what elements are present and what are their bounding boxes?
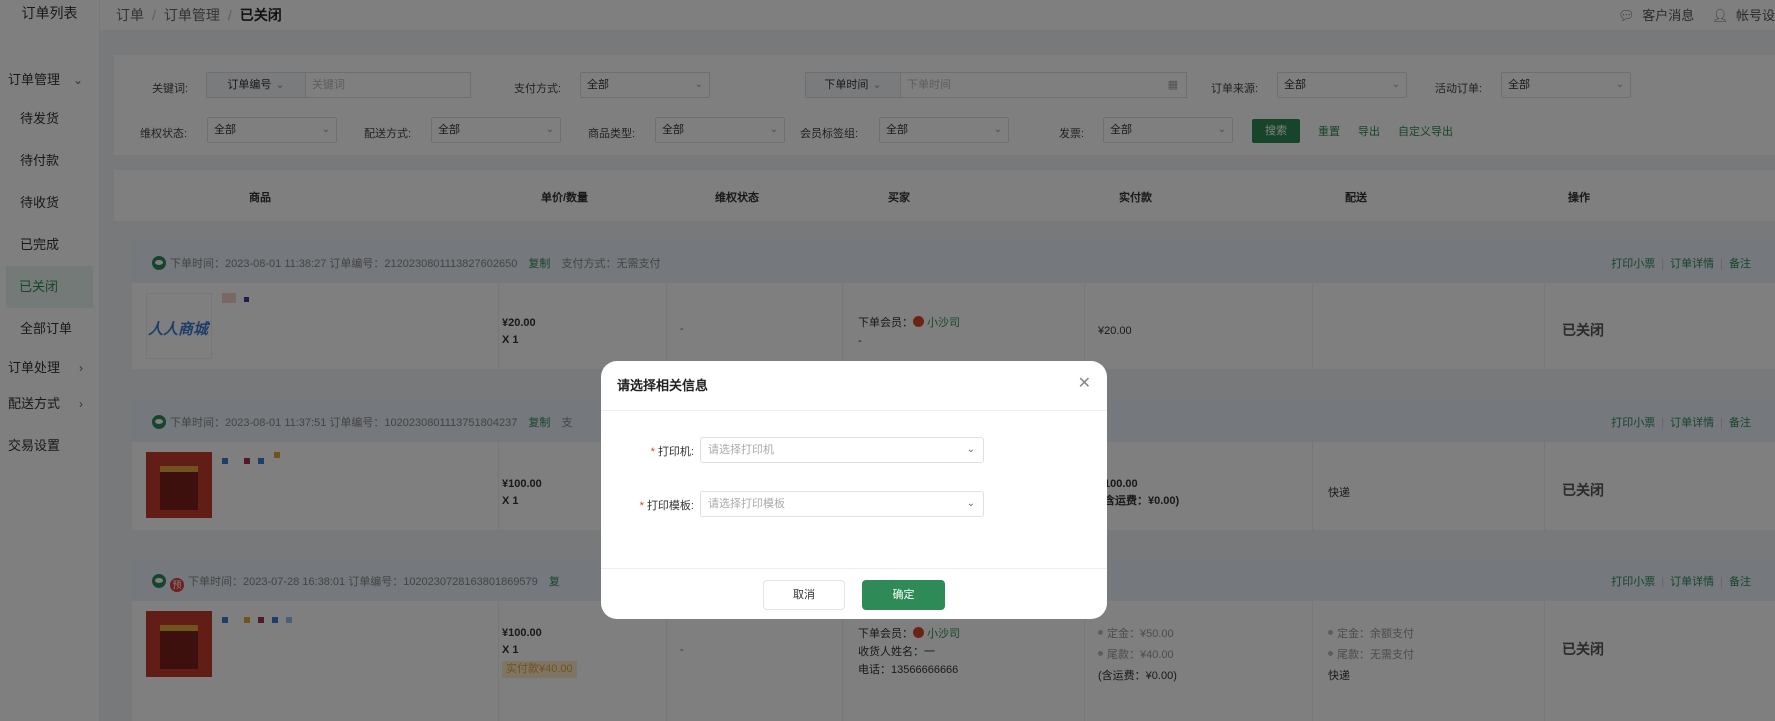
printer-label: * 打印机: [650,446,694,458]
dialog-title: 请选择相关信息 [617,378,709,393]
chevron-down-icon: ⌄ [966,498,975,509]
close-icon[interactable]: ✕ [1078,373,1091,393]
template-select[interactable]: 请选择打印模板 ⌄ [700,491,984,517]
confirm-button[interactable]: 确定 [862,580,945,610]
dialog-divider [601,410,1107,411]
cancel-button[interactable]: 取消 [763,580,845,610]
chevron-down-icon: ⌄ [966,444,975,455]
printer-placeholder: 请选择打印机 [708,444,774,456]
printer-select[interactable]: 请选择打印机 ⌄ [700,437,984,463]
template-placeholder: 请选择打印模板 [708,498,785,510]
print-settings-dialog: 请选择相关信息 ✕ * 打印机: 请选择打印机 ⌄ * 打印模板: 请选择打印模板 ⌄ … [601,361,1107,619]
dialog-divider [601,568,1107,569]
template-label: * 打印模板: [639,500,694,512]
